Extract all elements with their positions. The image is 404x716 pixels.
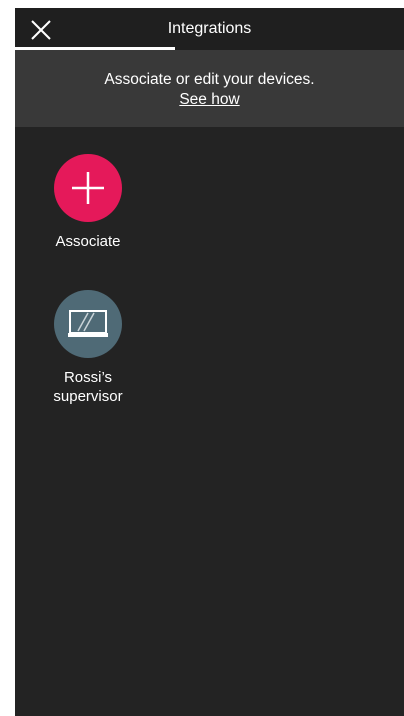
top-bar: Integrations [15,8,404,50]
monitor-icon [68,310,108,337]
info-banner: Associate or edit your devices. See how [15,50,404,127]
supervisor-label-line1: Rossi’s [63,369,113,386]
plus-icon [72,172,104,204]
device-rossis-supervisor[interactable]: Rossi’s supervisor [33,290,143,406]
see-how-link[interactable]: See how [179,91,239,109]
close-button[interactable] [23,14,59,46]
supervisor-label-line2: supervisor [53,388,123,405]
banner-text: Associate or edit your devices. [104,71,315,88]
associate-circle[interactable] [54,154,122,222]
associate-button[interactable]: Associate [33,154,143,251]
associate-label: Associate [55,233,121,250]
app-screen: Integrations Associate or edit your devi… [15,8,404,716]
close-icon [31,20,51,40]
page-title: Integrations [167,20,252,37]
supervisor-circle[interactable] [54,290,122,358]
